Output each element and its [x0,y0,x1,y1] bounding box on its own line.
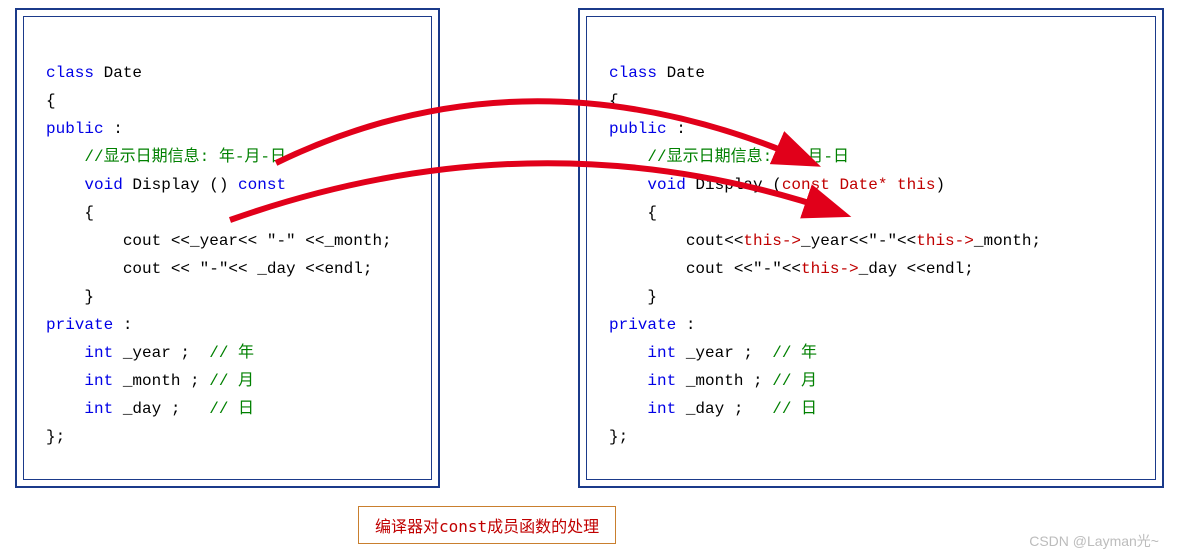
txt: : [667,120,686,138]
kw-class: class [609,64,657,82]
txt: Display () [123,176,238,194]
comment: // 日 [209,400,254,418]
kw-int: int [84,344,113,362]
txt: : [104,120,123,138]
comment: // 年 [209,344,254,362]
kw-int: int [84,400,113,418]
kw-int: int [647,372,676,390]
txt: _day ; [113,400,209,418]
comment: // 年 [772,344,817,362]
comment: //显示日期信息: 年-月-日 [84,148,286,166]
txt: cout <<"-"<< [686,260,801,278]
txt: cout<< [686,232,744,250]
txt: cout <<_year<< "-" <<_month; [123,232,392,250]
kw-void: void [84,176,122,194]
kw-int: int [84,372,113,390]
txt: Display ( [686,176,782,194]
kw-void: void [647,176,685,194]
comment: //显示日期信息: 年-月-日 [647,148,849,166]
txt: _day <<endl; [859,260,974,278]
kw-class: class [46,64,94,82]
txt: : [676,316,695,334]
watermark: CSDN @Layman光~ [1029,531,1159,551]
left-code-box: class Date { public : //显示日期信息: 年-月-日 vo… [15,8,440,488]
txt: { [84,204,94,222]
txt: _month ; [676,372,772,390]
txt: _year ; [676,344,772,362]
const-date-this: const Date* this [782,176,936,194]
this-ptr: this-> [743,232,801,250]
txt: _month; [974,232,1041,250]
this-ptr: this-> [916,232,974,250]
txt: } [647,288,657,306]
txt: } [84,288,94,306]
txt: }; [609,428,628,446]
txt: { [609,92,619,110]
kw-public: public [609,120,667,138]
kw-public: public [46,120,104,138]
kw-int: int [647,344,676,362]
this-ptr: this-> [801,260,859,278]
kw-const: const [238,176,286,194]
txt: : [113,316,132,334]
left-code-inner: class Date { public : //显示日期信息: 年-月-日 vo… [23,16,432,480]
txt: { [46,92,56,110]
txt: _month ; [113,372,209,390]
right-code-inner: class Date { public : //显示日期信息: 年-月-日 vo… [586,16,1156,480]
txt: }; [46,428,65,446]
kw-int: int [647,400,676,418]
txt: { [647,204,657,222]
caption-box: 编译器对const成员函数的处理 [358,506,616,544]
txt: Date [657,64,705,82]
txt: ) [935,176,945,194]
txt: cout << "-"<< _day <<endl; [123,260,373,278]
kw-private: private [609,316,676,334]
txt: _year<<"-"<< [801,232,916,250]
kw-private: private [46,316,113,334]
right-code-box: class Date { public : //显示日期信息: 年-月-日 vo… [578,8,1164,488]
comment: // 日 [772,400,817,418]
txt: Date [94,64,142,82]
comment: // 月 [772,372,817,390]
comment: // 月 [209,372,254,390]
txt: _year ; [113,344,209,362]
txt: _day ; [676,400,772,418]
